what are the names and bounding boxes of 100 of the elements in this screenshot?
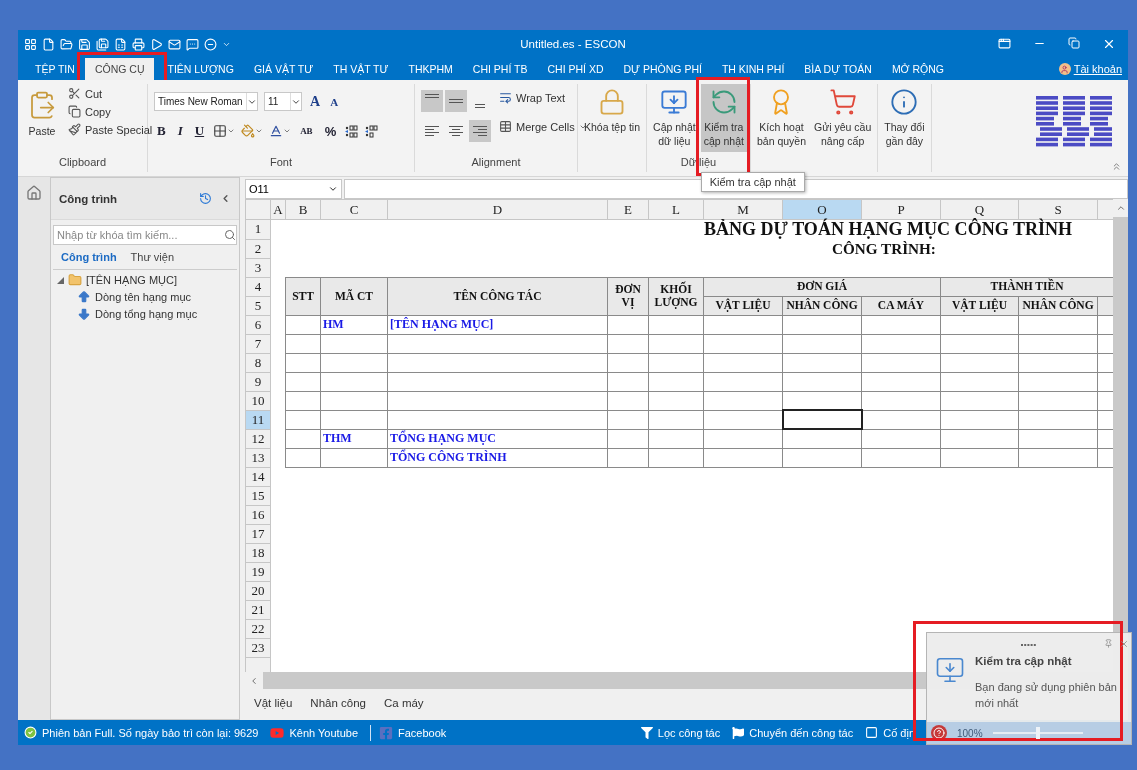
ribbon-button[interactable]: Cập nhật dữ liệu [650,84,699,152]
table-cell[interactable] [861,353,941,372]
close-icon[interactable] [1102,37,1116,51]
ribbon-display-icon[interactable] [998,37,1011,51]
table-cell[interactable] [782,315,862,334]
align-button[interactable] [445,90,467,112]
table-cell[interactable] [861,315,941,334]
table-cell[interactable] [703,334,783,353]
table-cell[interactable] [940,334,1019,353]
table-cell[interactable] [607,391,649,410]
clipboard-button[interactable]: Copy [66,104,155,119]
table-cell[interactable] [607,353,649,372]
format-button[interactable]: U [191,123,208,139]
table-cell[interactable] [648,448,704,467]
table-cell[interactable] [861,448,941,467]
account-link[interactable]: Tài khoản [1058,63,1122,75]
table-cell[interactable] [607,429,649,448]
decrease-decimal-icon[interactable] [365,124,380,138]
spreadsheet-icon[interactable] [114,37,127,51]
table-cell[interactable] [861,391,941,410]
table-cell[interactable] [285,334,321,353]
table-cell[interactable] [320,334,388,353]
expanded-caret-icon[interactable] [57,276,64,284]
search-icon[interactable] [224,229,236,241]
sheet-tab[interactable]: Vật liệu [249,697,298,709]
table-cell[interactable] [320,448,388,467]
ribbon-tab[interactable]: TH VẬT TƯ [323,58,399,80]
table-cell[interactable] [285,448,321,467]
save-all-icon[interactable] [96,37,109,51]
paste-button[interactable]: Paste [24,86,60,142]
table-cell[interactable] [861,334,941,353]
format-button[interactable]: I [174,123,186,139]
table-cell[interactable] [940,315,1019,334]
table-cell[interactable] [940,410,1019,429]
increase-decimal-icon[interactable] [345,124,360,138]
table-cell[interactable] [607,334,649,353]
table-cell[interactable]: [TÊN HẠNG MỤC] [387,315,608,334]
ribbon-button[interactable]: Thay đổi gần đây [881,84,928,152]
table-cell[interactable] [940,448,1019,467]
ribbon-tab[interactable]: TIÊN LƯỢNG [157,58,244,80]
ribbon-tab[interactable]: THKPHM [398,58,463,80]
table-cell[interactable] [387,372,608,391]
table-cell[interactable] [940,429,1019,448]
table-cell[interactable]: TỔNG CÔNG TRÌNH [387,448,608,467]
pin-icon[interactable] [1104,639,1113,649]
ribbon-button[interactable]: Gửi yêu cầu nâng cấp [811,84,875,152]
table-cell[interactable] [861,429,941,448]
table-cell[interactable] [648,315,704,334]
ribbon-tab[interactable]: CHI PHÍ XD [537,58,614,80]
table-cell[interactable] [648,391,704,410]
printer-icon[interactable] [132,37,145,51]
table-cell[interactable] [285,372,321,391]
tree-item[interactable]: Dòng tổng hạng mục [95,308,198,320]
close-icon[interactable] [1119,639,1129,649]
table-cell[interactable] [782,372,862,391]
format-button[interactable]: B [154,123,169,139]
table-cell[interactable] [1018,372,1098,391]
ribbon-tab[interactable]: CHI PHÍ TB [462,58,538,80]
font-name-select[interactable]: Times New Roman [154,92,258,111]
column-header[interactable]: B [285,199,321,220]
corner-cell[interactable] [245,199,271,220]
table-cell[interactable] [607,410,649,429]
table-cell[interactable] [285,353,321,372]
selected-cell[interactable] [782,410,862,429]
ribbon-tab[interactable]: DỰ PHÒNG PHÍ [613,58,712,80]
grow-font-button[interactable]: A [308,93,323,110]
tree-item[interactable]: [TÊN HẠNG MỤC] [86,274,178,286]
minus-circle-icon[interactable] [204,37,217,51]
panel-tab[interactable]: Công trình [61,251,117,263]
table-cell[interactable] [703,315,783,334]
new-file-icon[interactable] [42,37,55,51]
column-header[interactable]: D [387,199,608,220]
font-size-select[interactable]: 11 [264,92,302,111]
table-cell[interactable] [1018,429,1098,448]
table-cell[interactable] [1018,353,1098,372]
table-cell[interactable] [320,410,388,429]
ribbon-tab[interactable]: TỆP TIN [25,58,85,80]
table-cell[interactable] [607,372,649,391]
search-field[interactable]: Nhập từ khóa tìm kiếm... [53,225,237,245]
table-cell[interactable] [1018,448,1098,467]
column-header[interactable]: M [703,199,783,220]
table-cell[interactable] [703,391,783,410]
panel-tab[interactable]: Thư viện [130,251,175,263]
align-button[interactable] [469,120,491,142]
clipboard-button[interactable]: Paste Special [66,122,155,137]
table-cell[interactable] [387,353,608,372]
table-cell[interactable] [940,372,1019,391]
ribbon-tab[interactable]: GIÁ VẬT TƯ [243,58,324,80]
table-cell[interactable] [320,391,388,410]
font-color-icon[interactable] [269,124,292,138]
table-cell[interactable] [285,429,321,448]
percent-button[interactable]: % [321,123,340,139]
formula-field[interactable] [344,179,1128,199]
align-button[interactable] [421,90,443,112]
collapse-ribbon-icon[interactable] [1111,161,1122,172]
folder-icon[interactable] [60,37,73,51]
table-cell[interactable] [387,334,608,353]
table-cell[interactable] [285,391,321,410]
table-cell[interactable] [703,353,783,372]
table-cell[interactable] [1018,334,1098,353]
